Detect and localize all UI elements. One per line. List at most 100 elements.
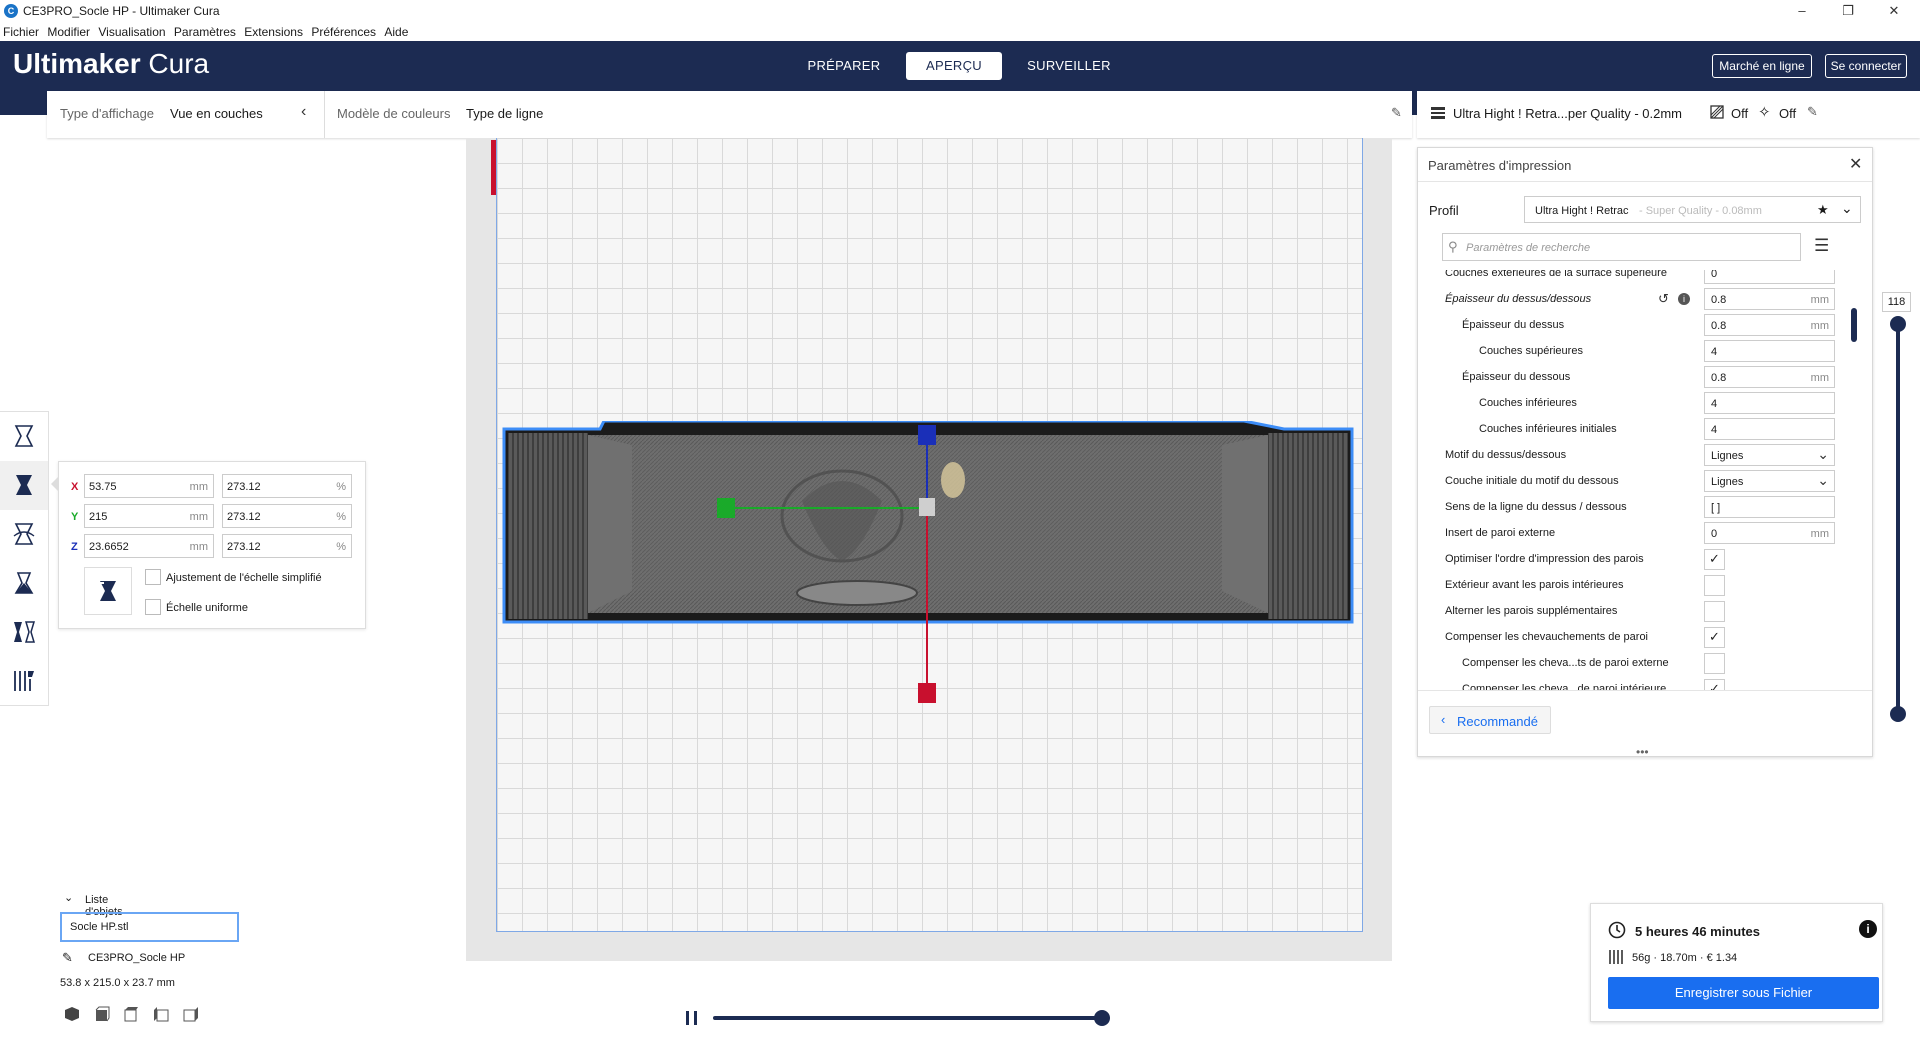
3d-view-icon[interactable] — [64, 1006, 80, 1022]
setting-row[interactable]: Compenser les cheva...ts de paroi extern… — [1418, 650, 1843, 676]
setting-checkbox[interactable]: ✓ — [1704, 627, 1725, 648]
object-item[interactable]: Socle HP.stl — [60, 912, 239, 942]
display-type-select[interactable]: Vue en couches — [170, 106, 263, 121]
setting-row[interactable]: Optimiser l'ordre d'impression des paroi… — [1418, 546, 1843, 572]
close-window-button[interactable]: ✕ — [1871, 0, 1917, 22]
y-scale-input[interactable]: 273.12% — [222, 504, 352, 528]
reset-setting-icon[interactable]: ↺ — [1658, 291, 1669, 307]
support-blocker-tool[interactable] — [0, 657, 48, 706]
per-model-settings-tool[interactable] — [0, 608, 48, 657]
setting-checkbox[interactable]: ✓ — [1704, 679, 1725, 690]
x-size-input[interactable]: 53.75 mm — [84, 474, 214, 498]
setting-row[interactable]: Compenser les chevauchements de paroi ✓ — [1418, 624, 1843, 650]
layer-slider-top-handle[interactable] — [1890, 316, 1906, 332]
setting-row[interactable]: Épaisseur du dessus/dessous ↺ i 0.8 mm — [1418, 286, 1843, 312]
tab-apercu[interactable]: APERÇU — [906, 52, 1002, 80]
setting-input[interactable]: 0.8 mm — [1704, 314, 1835, 336]
path-slider-handle[interactable] — [1094, 1010, 1110, 1026]
setting-row[interactable]: Couches inférieures initiales 4 — [1418, 416, 1843, 442]
setting-input[interactable]: 0.8 mm — [1704, 288, 1835, 310]
save-to-file-button[interactable]: Enregistrer sous Fichier — [1608, 977, 1879, 1009]
setting-row[interactable]: Couches inférieures 4 — [1418, 390, 1843, 416]
settings-scrollbar[interactable] — [1851, 308, 1857, 342]
edit-pencil-icon[interactable]: ✎ — [1807, 104, 1818, 120]
close-settings-icon[interactable]: ✕ — [1849, 154, 1862, 174]
setting-row[interactable]: Compenser les cheva...de paroi intérieur… — [1418, 676, 1843, 690]
path-slider-track[interactable] — [713, 1016, 1103, 1020]
setting-input[interactable]: 0.8 mm — [1704, 366, 1835, 388]
scale-tool[interactable] — [0, 461, 48, 510]
setting-select[interactable]: Lignes ⌄ — [1704, 470, 1835, 492]
rotate-tool[interactable] — [0, 510, 48, 559]
search-input[interactable]: ⚲ Paramètres de recherche — [1442, 233, 1801, 261]
setting-input[interactable]: [ ] — [1704, 496, 1835, 518]
x-scale-input[interactable]: 273.12% — [222, 474, 352, 498]
setting-select[interactable]: Lignes ⌄ — [1704, 444, 1835, 466]
profile-select[interactable]: Ultra Hight ! Retrac - Super Quality - 0… — [1524, 196, 1861, 223]
pause-button[interactable] — [684, 1010, 700, 1026]
setting-input[interactable]: 4 — [1704, 418, 1835, 440]
setting-checkbox[interactable]: ✓ — [1704, 549, 1725, 570]
setting-checkbox[interactable] — [1704, 653, 1725, 674]
menu-modifier[interactable]: Modifier — [44, 22, 92, 39]
mirror-tool[interactable] — [0, 559, 48, 608]
x-axis-handle[interactable] — [918, 683, 936, 703]
setting-row[interactable]: Couches supérieures 4 — [1418, 338, 1843, 364]
pencil-icon[interactable]: ✎ — [1391, 105, 1402, 121]
setting-row[interactable]: Alterner les parois supplémentaires — [1418, 598, 1843, 624]
move-tool[interactable] — [0, 412, 48, 461]
info-icon[interactable]: i — [1859, 920, 1877, 938]
settings-list[interactable]: Couches extérieures de la surface supéri… — [1418, 270, 1843, 690]
y-axis-handle[interactable] — [717, 498, 735, 518]
menu-aide[interactable]: Aide — [381, 22, 410, 39]
setting-row[interactable]: Sens de la ligne du dessus / dessous [ ] — [1418, 494, 1843, 520]
setting-row[interactable]: Épaisseur du dessus 0.8 mm — [1418, 312, 1843, 338]
setting-row[interactable]: Couche initiale du motif du dessous Ligne… — [1418, 468, 1843, 494]
z-size-input[interactable]: 23.6652 mm — [84, 534, 214, 558]
tab-surveiller[interactable]: SURVEILLER — [1014, 52, 1124, 80]
menu-visualisation[interactable]: Visualisation — [95, 22, 167, 39]
tab-preparer[interactable]: PRÉPARER — [794, 52, 894, 80]
setting-row[interactable]: Insert de paroi externe 0 mm — [1418, 520, 1843, 546]
setting-info-icon[interactable]: i — [1678, 293, 1690, 305]
menu-extensions[interactable]: Extensions — [241, 22, 305, 39]
star-icon[interactable]: ★ — [1817, 202, 1829, 218]
minimize-button[interactable]: – — [1779, 0, 1825, 22]
color-scheme-select[interactable]: Type de ligne — [466, 106, 543, 121]
settings-menu-icon[interactable]: ☰ — [1814, 236, 1829, 256]
right-view-icon[interactable] — [183, 1006, 199, 1022]
setting-row[interactable]: Extérieur avant les parois intérieures — [1418, 572, 1843, 598]
layer-slider-track[interactable] — [1896, 320, 1900, 720]
reset-scale-button[interactable] — [84, 567, 132, 615]
snap-scaling-checkbox[interactable] — [145, 569, 161, 585]
uniform-scaling-checkbox[interactable] — [145, 599, 161, 615]
print-setup-bar[interactable]: Ultra Hight ! Retra...per Quality - 0.2m… — [1417, 91, 1920, 138]
layer-slider-bottom-handle[interactable] — [1890, 706, 1906, 722]
setting-row[interactable]: Épaisseur du dessous 0.8 mm — [1418, 364, 1843, 390]
menu-parametres[interactable]: Paramètres — [171, 22, 238, 39]
resize-handle-icon[interactable]: ••• — [1636, 745, 1649, 759]
top-view-icon[interactable] — [123, 1006, 139, 1022]
chevron-left-icon[interactable]: ‹ — [301, 103, 306, 121]
setting-input[interactable]: 0 — [1704, 270, 1835, 284]
setting-checkbox[interactable] — [1704, 575, 1725, 596]
transform-gizmo[interactable] — [715, 420, 965, 720]
setting-input[interactable]: 4 — [1704, 392, 1835, 414]
signin-button[interactable]: Se connecter — [1825, 54, 1907, 78]
left-view-icon[interactable] — [153, 1006, 169, 1022]
menu-preferences[interactable]: Préférences — [308, 22, 378, 39]
recommended-button[interactable]: ‹ Recommandé — [1429, 706, 1551, 734]
front-view-icon[interactable] — [94, 1006, 110, 1022]
z-axis-handle[interactable] — [918, 425, 936, 445]
z-scale-input[interactable]: 273.12% — [222, 534, 352, 558]
menu-fichier[interactable]: Fichier — [0, 22, 41, 39]
setting-row[interactable]: Motif du dessus/dessous Lignes ⌄ — [1418, 442, 1843, 468]
setting-checkbox[interactable] — [1704, 601, 1725, 622]
maximize-button[interactable]: ❐ — [1825, 0, 1871, 22]
setting-input[interactable]: 0 mm — [1704, 522, 1835, 544]
marketplace-button[interactable]: Marché en ligne — [1712, 54, 1812, 78]
setting-input[interactable]: 4 — [1704, 340, 1835, 362]
layer-number-input[interactable]: 118 — [1882, 292, 1911, 312]
y-size-input[interactable]: 215 mm — [84, 504, 214, 528]
setting-row[interactable]: Couches extérieures de la surface supéri… — [1418, 270, 1843, 286]
